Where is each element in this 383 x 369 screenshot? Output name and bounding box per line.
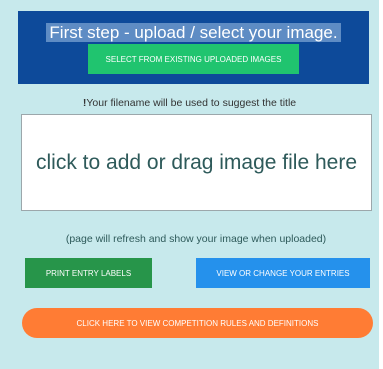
upload-step-title: First step - upload / select your image.	[18, 23, 369, 43]
print-entry-labels-button[interactable]: PRINT ENTRY LABELS	[25, 258, 152, 288]
upload-panel: First step - upload / select your image.…	[0, 0, 379, 369]
competition-rules-button[interactable]: CLICK HERE TO VIEW COMPETITION RULES AND…	[22, 308, 373, 338]
select-existing-images-button[interactable]: SELECT FROM EXISTING UPLOADED IMAGES	[88, 44, 299, 74]
image-dropzone[interactable]: click to add or drag image file here	[21, 114, 372, 211]
view-change-entries-button[interactable]: VIEW OR CHANGE YOUR ENTRIES	[196, 258, 370, 288]
filename-hint: !Your filename will be used to suggest t…	[0, 97, 379, 109]
upload-header: First step - upload / select your image.…	[18, 11, 369, 84]
refresh-note: (page will refresh and show your image w…	[65, 233, 327, 245]
filename-hint-text: Your filename will be used to suggest th…	[86, 97, 297, 109]
upload-step-title-text: First step - upload / select your image.	[46, 23, 341, 42]
dropzone-label: click to add or drag image file here	[36, 150, 357, 174]
